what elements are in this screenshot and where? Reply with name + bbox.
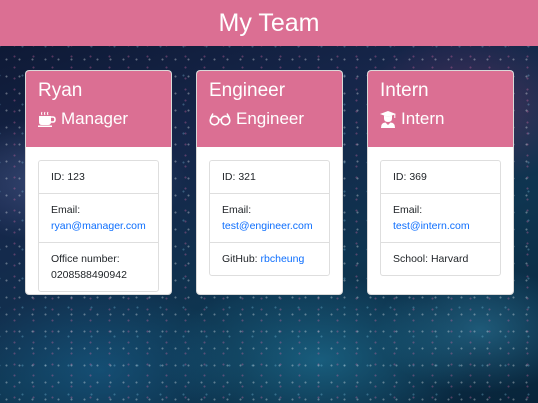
info-list: ID: 123 Email: ryan@manager.com Office n… <box>38 160 159 292</box>
id-item: ID: 369 <box>381 161 500 193</box>
email-item: Email: ryan@manager.com <box>39 193 158 242</box>
email-label: Email: <box>51 204 81 216</box>
employee-name: Ryan <box>38 80 83 101</box>
page-title: My Team <box>218 8 320 37</box>
employee-card-intern: Intern Intern ID: 369 Email: test@intern… <box>367 70 514 295</box>
github-link[interactable]: rbcheung <box>261 253 305 265</box>
email-link[interactable]: test@intern.com <box>393 220 470 232</box>
office-number-label: Office number: <box>51 253 120 265</box>
employee-card-manager: Ryan Manager ID: 123 Email: ryan@manager… <box>25 70 172 295</box>
id-text: ID: 123 <box>51 171 85 183</box>
employee-role: Engineer <box>209 109 330 129</box>
employee-name: Engineer <box>209 80 286 101</box>
email-label: Email: <box>222 204 252 216</box>
card-body: ID: 123 Email: ryan@manager.com Office n… <box>26 147 171 292</box>
role-label: Engineer <box>236 109 305 128</box>
office-number-value: 0208588490942 <box>51 269 127 281</box>
card-body: ID: 321 Email: test@engineer.com GitHub:… <box>197 147 342 276</box>
email-link[interactable]: ryan@manager.com <box>51 220 146 232</box>
school-item: School: Harvard <box>381 242 500 275</box>
card-header: Engineer Engineer <box>197 71 342 147</box>
card-header: Intern Intern <box>368 71 513 147</box>
id-text: ID: 369 <box>393 171 427 183</box>
employee-name: Intern <box>380 80 429 101</box>
employee-role: Manager <box>38 109 159 129</box>
info-list: ID: 321 Email: test@engineer.com GitHub:… <box>209 160 330 276</box>
github-item: GitHub: rbcheung <box>210 242 329 275</box>
id-item: ID: 123 <box>39 161 158 193</box>
role-label: Manager <box>61 109 129 128</box>
card-header: Ryan Manager <box>26 71 171 147</box>
id-item: ID: 321 <box>210 161 329 193</box>
page-header: My Team <box>0 0 538 46</box>
school-text: School: Harvard <box>393 253 469 265</box>
glasses-icon <box>209 113 231 126</box>
employee-role: Intern <box>380 109 501 129</box>
email-link[interactable]: test@engineer.com <box>222 220 313 232</box>
role-label: Intern <box>401 109 445 128</box>
email-item: Email: test@engineer.com <box>210 193 329 242</box>
info-list: ID: 369 Email: test@intern.com School: H… <box>380 160 501 276</box>
coffee-icon <box>38 111 56 127</box>
github-label: GitHub: <box>222 253 258 265</box>
email-item: Email: test@intern.com <box>381 193 500 242</box>
email-label: Email: <box>393 204 423 216</box>
id-text: ID: 321 <box>222 171 256 183</box>
office-number-item: Office number: 0208588490942 <box>39 242 158 291</box>
graduate-icon <box>380 110 396 128</box>
employee-card-engineer: Engineer Engineer ID: 321 Email: test@en… <box>196 70 343 295</box>
card-body: ID: 369 Email: test@intern.com School: H… <box>368 147 513 276</box>
